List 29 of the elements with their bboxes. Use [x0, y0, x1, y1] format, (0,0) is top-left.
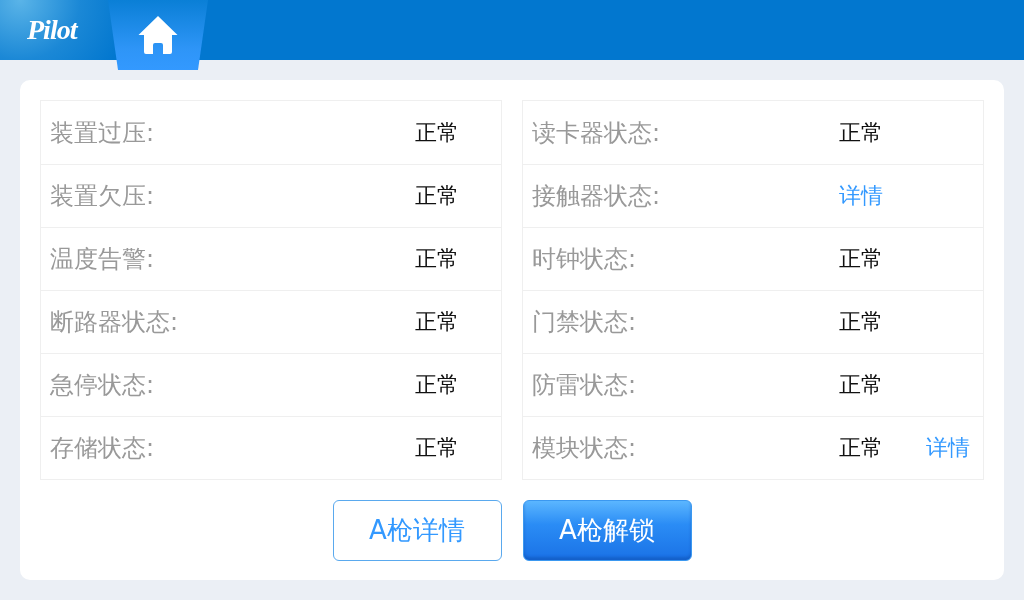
- unlock-button[interactable]: A枪解锁: [522, 500, 692, 561]
- status-value: 正常: [839, 371, 883, 399]
- details-button[interactable]: A枪详情: [332, 500, 502, 561]
- status-value: 正常: [839, 118, 883, 147]
- status-label: 断路器状态:: [49, 307, 180, 338]
- status-label: 急停状态:: [49, 370, 156, 401]
- status-label: 温度告警:: [49, 244, 156, 275]
- status-value: 正常: [839, 245, 883, 273]
- home-icon: [138, 15, 178, 55]
- status-value: 正常: [415, 118, 459, 147]
- status-value: 正常: [415, 245, 459, 273]
- status-label: 防雷状态:: [531, 370, 638, 401]
- status-label: 接触器状态:: [531, 181, 662, 212]
- brand-logo: Pilot: [26, 13, 79, 46]
- status-label: 模块状态:: [531, 433, 638, 464]
- status-value: 正常: [415, 308, 459, 336]
- status-label: 装置欠压:: [49, 181, 156, 212]
- details-link[interactable]: 详情: [926, 433, 970, 463]
- status-value: 正常: [415, 371, 459, 399]
- status-label: 时钟状态:: [531, 244, 638, 275]
- details-link[interactable]: 详情: [839, 181, 883, 211]
- status-label: 存储状态:: [49, 433, 156, 464]
- status-label: 读卡器状态:: [531, 117, 662, 149]
- status-value: 正常: [839, 434, 883, 462]
- status-value: 正常: [415, 182, 459, 210]
- status-label: 门禁状态:: [531, 307, 638, 338]
- status-label: 装置过压:: [49, 117, 156, 149]
- status-value: 正常: [415, 434, 459, 462]
- status-value: 正常: [839, 308, 883, 336]
